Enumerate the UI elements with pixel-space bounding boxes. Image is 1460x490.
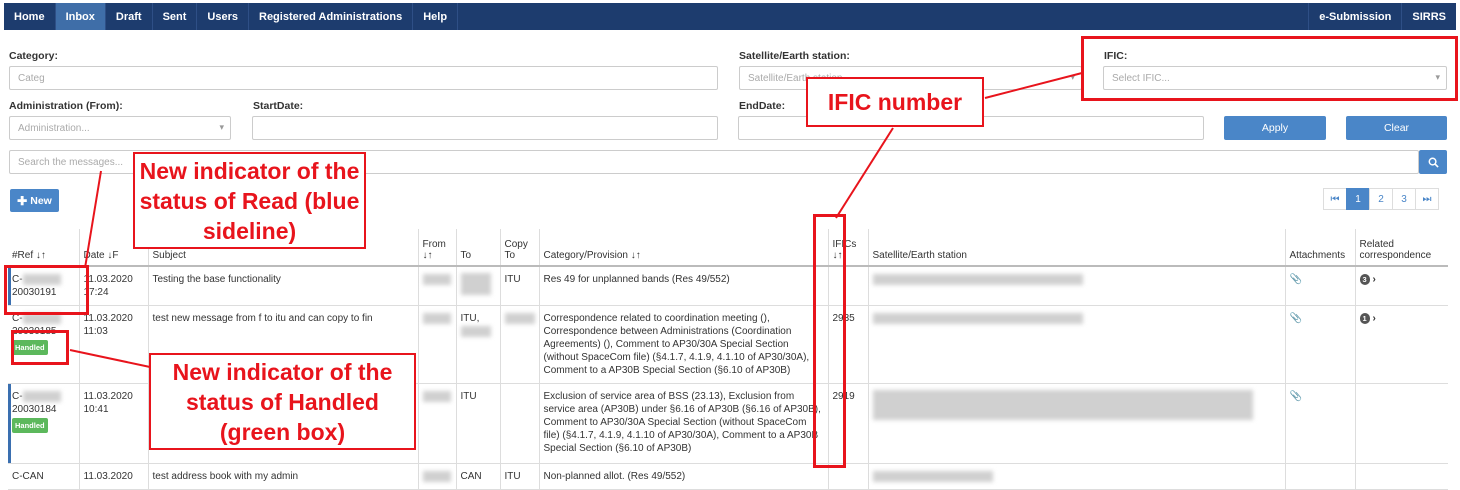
ific-connector-1 xyxy=(984,72,1083,99)
handled-indicator-highlight xyxy=(11,330,69,365)
handled-indicator-callout: New indicator of the status of Handled (… xyxy=(149,353,416,450)
read-indicator-highlight xyxy=(4,265,89,315)
ific-filter-highlight xyxy=(1081,36,1458,101)
ific-connector-2 xyxy=(835,127,894,219)
read-indicator-callout: New indicator of the status of Read (blu… xyxy=(133,152,366,249)
handled-connector xyxy=(69,349,151,368)
read-connector xyxy=(84,170,102,269)
ific-column-highlight xyxy=(813,214,846,468)
ific-number-callout: IFIC number xyxy=(806,77,984,127)
